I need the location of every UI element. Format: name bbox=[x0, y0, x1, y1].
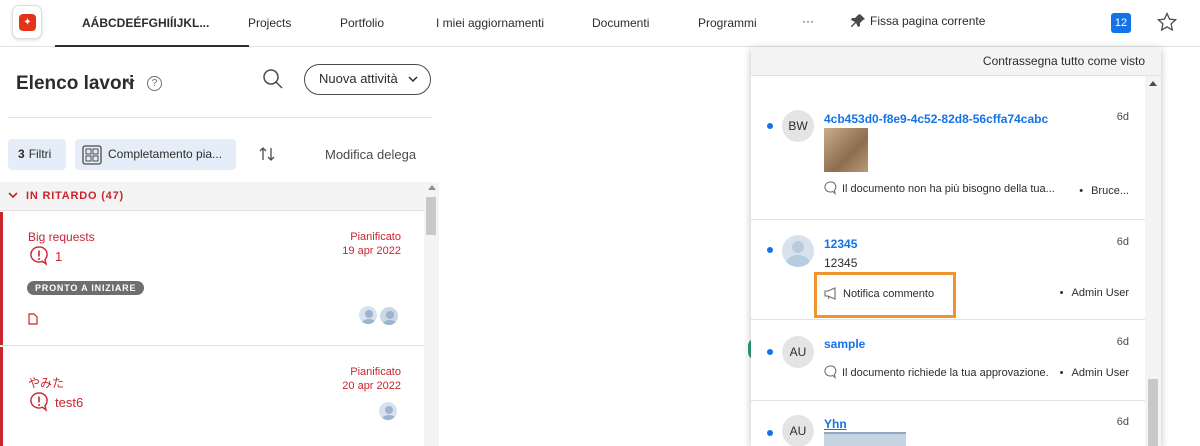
notification-message-text: Il documento non ha più bisogno della tu… bbox=[842, 183, 1055, 195]
notification-item[interactable]: AU Yhn 6d bbox=[751, 401, 1145, 446]
notification-author: Admin User bbox=[1060, 287, 1129, 299]
overdue-indicator bbox=[0, 347, 3, 446]
notification-author: Admin User bbox=[1060, 367, 1129, 379]
notification-item[interactable]: BW 4cb453d0-f8e9-4c52-82d8-56cffa74cabc … bbox=[751, 95, 1145, 220]
notification-message: Il documento richiede la tua approvazion… bbox=[824, 365, 1049, 380]
planned-date-value: 20 apr 2022 bbox=[342, 380, 401, 392]
comment-count: 1 bbox=[55, 249, 63, 264]
notifications-scroll-thumb[interactable] bbox=[1148, 379, 1158, 446]
avatar: AU bbox=[782, 336, 814, 368]
tab-projects[interactable]: Projects bbox=[248, 16, 291, 30]
notification-age: 6d bbox=[1116, 111, 1129, 123]
notification-title[interactable]: 12345 bbox=[824, 237, 857, 251]
notification-title[interactable]: Yhn bbox=[824, 417, 847, 431]
notification-author: Bruce... bbox=[1079, 185, 1129, 197]
new-task-label: Nuova attività bbox=[319, 71, 398, 86]
planned-date: Pianificato 20 apr 2022 bbox=[342, 365, 401, 393]
task-card[interactable]: やみた Pianificato 20 apr 2022 test6 bbox=[0, 347, 424, 446]
avatar[interactable] bbox=[357, 304, 379, 326]
planned-date-value: 19 apr 2022 bbox=[342, 245, 401, 257]
task-name[interactable]: やみた bbox=[28, 374, 64, 391]
filter-count: 3 bbox=[18, 147, 25, 161]
grouping-button[interactable]: Completamento pia... bbox=[75, 139, 236, 170]
notification-age: 6d bbox=[1116, 236, 1129, 248]
app-logo[interactable]: ✦ bbox=[12, 5, 42, 39]
notification-subtitle: 12345 bbox=[824, 256, 858, 270]
notifications-scrollbar[interactable] bbox=[1145, 76, 1161, 446]
notifications-panel: Contrassegna tutto come visto BW 4cb453d… bbox=[751, 47, 1161, 446]
notification-title[interactable]: sample bbox=[824, 337, 865, 351]
filters-button[interactable]: 3 Filtri bbox=[8, 139, 66, 170]
comment-icon[interactable] bbox=[29, 391, 49, 412]
pin-icon bbox=[851, 14, 865, 27]
avatar: AU bbox=[782, 415, 814, 446]
avatar[interactable] bbox=[377, 400, 399, 422]
notifications-button[interactable]: 12 bbox=[1111, 13, 1131, 33]
chevron-down-icon[interactable] bbox=[125, 79, 135, 86]
notification-title[interactable]: 4cb453d0-f8e9-4c52-82d8-56cffa74cabc bbox=[824, 112, 1048, 126]
chevron-down-icon bbox=[408, 76, 418, 83]
avatar[interactable] bbox=[378, 305, 400, 327]
grid-icon bbox=[82, 145, 102, 165]
grouping-label: Completamento pia... bbox=[108, 147, 223, 161]
scroll-up-arrow-icon[interactable] bbox=[428, 185, 436, 190]
task-card[interactable]: Big requests Pianificato 19 apr 2022 1 bbox=[0, 212, 424, 346]
unread-dot bbox=[767, 430, 773, 436]
comment-icon bbox=[824, 181, 837, 196]
comment-icon bbox=[824, 365, 837, 380]
active-tab-underline bbox=[55, 45, 249, 47]
pin-current-page-button[interactable]: Fissa pagina corrente bbox=[850, 13, 985, 29]
logo-icon: ✦ bbox=[19, 14, 36, 31]
favorite-star-icon[interactable] bbox=[1157, 12, 1177, 32]
planned-label: Pianificato bbox=[350, 366, 401, 378]
search-icon[interactable] bbox=[262, 68, 284, 90]
sort-icon[interactable] bbox=[259, 146, 275, 162]
pin-label: Fissa pagina corrente bbox=[870, 14, 986, 28]
edit-delegation-button[interactable]: Modifica delega bbox=[325, 147, 416, 162]
worklist-scroll-thumb[interactable] bbox=[426, 197, 436, 235]
task-name[interactable]: Big requests bbox=[28, 230, 95, 244]
tab-active-project[interactable]: AÁBCDEÉFGHIÍIJKL... bbox=[82, 16, 209, 30]
unread-dot bbox=[767, 247, 773, 253]
section-overdue-header[interactable]: IN RITARDO (47) bbox=[0, 182, 424, 211]
tab-my-updates[interactable]: I miei aggiornamenti bbox=[436, 16, 544, 30]
filter-label: Filtri bbox=[28, 147, 52, 161]
notification-item[interactable]: AU sample 6d Il documento richiede la tu… bbox=[751, 320, 1145, 401]
notifications-header: Contrassegna tutto come visto bbox=[751, 47, 1161, 76]
new-task-button[interactable]: Nuova attività bbox=[304, 64, 431, 95]
mark-all-seen-button[interactable]: Contrassegna tutto come visto bbox=[983, 54, 1145, 68]
document-thumbnail[interactable] bbox=[824, 128, 868, 172]
top-navigation: ✦ AÁBCDEÉFGHIÍIJKL... Projects Portfolio… bbox=[0, 0, 1200, 47]
tab-documents[interactable]: Documenti bbox=[592, 16, 649, 30]
status-badge: PRONTO A INIZIARE bbox=[27, 281, 145, 295]
help-icon[interactable]: ? bbox=[147, 76, 162, 91]
more-menu-button[interactable]: ··· bbox=[802, 14, 814, 28]
notification-age: 6d bbox=[1116, 336, 1129, 348]
comment-count: test6 bbox=[55, 395, 84, 410]
page-title[interactable]: Elenco lavori bbox=[16, 73, 134, 95]
document-icon[interactable] bbox=[28, 313, 38, 325]
chevron-down-icon bbox=[8, 192, 18, 199]
tab-programs[interactable]: Programmi bbox=[698, 16, 757, 30]
divider bbox=[8, 117, 432, 118]
planned-date: Pianificato 19 apr 2022 bbox=[342, 230, 401, 258]
notification-age: 6d bbox=[1116, 416, 1129, 428]
comment-icon[interactable] bbox=[29, 245, 49, 266]
section-overdue-label: IN RITARDO (47) bbox=[26, 190, 124, 202]
document-thumbnail[interactable] bbox=[824, 432, 906, 446]
highlight-box bbox=[814, 272, 956, 318]
avatar: BW bbox=[782, 110, 814, 142]
tab-portfolio[interactable]: Portfolio bbox=[340, 16, 384, 30]
unread-dot bbox=[767, 349, 773, 355]
avatar bbox=[782, 235, 814, 267]
overdue-indicator bbox=[0, 212, 3, 345]
unread-dot bbox=[767, 123, 773, 129]
notification-message-text: Il documento richiede la tua approvazion… bbox=[842, 367, 1049, 379]
planned-label: Pianificato bbox=[350, 231, 401, 243]
scroll-up-arrow-icon[interactable] bbox=[1149, 81, 1157, 86]
app-window: ✦ AÁBCDEÉFGHIÍIJKL... Projects Portfolio… bbox=[0, 0, 1200, 446]
notification-message: Il documento non ha più bisogno della tu… bbox=[824, 181, 1055, 196]
